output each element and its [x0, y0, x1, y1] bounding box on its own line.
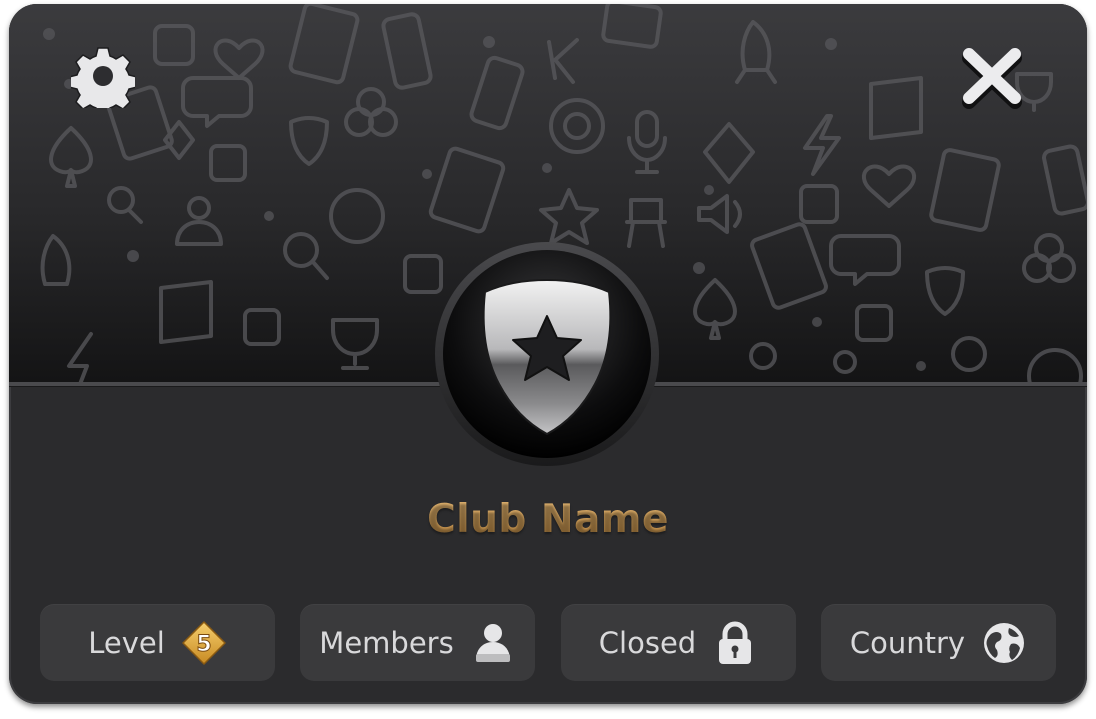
person-icon [470, 620, 516, 666]
gear-icon [68, 47, 138, 117]
close-x-icon [962, 48, 1022, 109]
closed-pill[interactable]: Closed [561, 604, 796, 681]
club-info-dialog: Club Name Level 5 Members Closed Country [9, 4, 1087, 704]
level-diamond-icon: 5 [181, 620, 227, 666]
club-emblem [433, 240, 661, 468]
level-label: Level [88, 625, 165, 660]
country-pill[interactable]: Country [821, 604, 1056, 681]
globe-icon [981, 620, 1027, 666]
club-info-row: Level 5 Members Closed Country [40, 604, 1056, 681]
country-label: Country [849, 625, 966, 660]
shield-star-icon [435, 242, 659, 466]
close-button[interactable] [957, 42, 1027, 112]
closed-label: Closed [598, 625, 697, 660]
club-name-title: Club Name [9, 497, 1087, 542]
padlock-icon [712, 620, 758, 666]
settings-button[interactable] [68, 44, 138, 117]
members-label: Members [319, 625, 454, 660]
level-pill[interactable]: Level 5 [40, 604, 275, 681]
level-value: 5 [196, 632, 211, 657]
members-pill[interactable]: Members [300, 604, 535, 681]
